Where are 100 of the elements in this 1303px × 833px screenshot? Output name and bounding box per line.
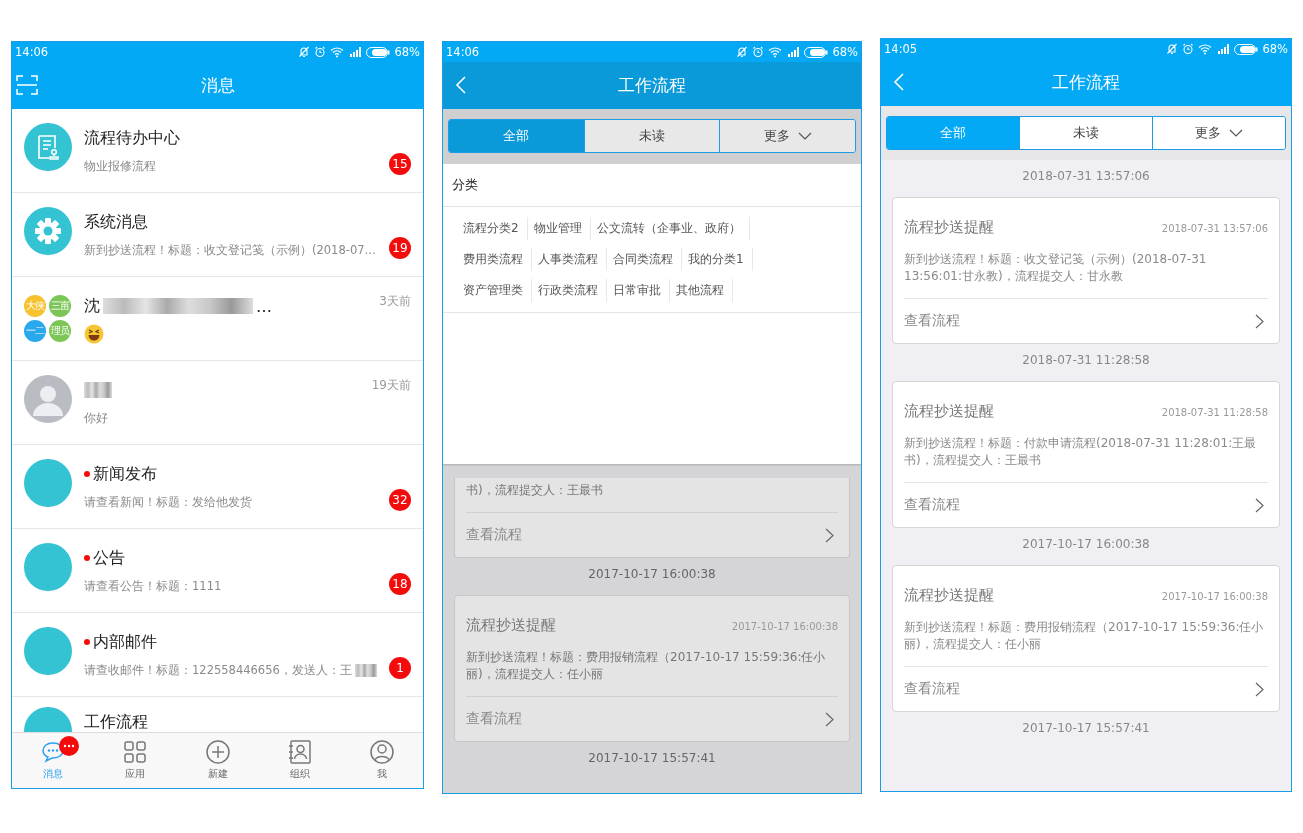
unread-count: 1 [389, 657, 411, 679]
screen-title: 消息 [200, 74, 235, 97]
battery-percent: 68% [832, 45, 858, 59]
settings-avatar-icon [24, 207, 72, 255]
card-title: 流程抄送提醒 [904, 218, 994, 237]
date-separator: 2017-10-17 16:00:38 [1021, 536, 1151, 553]
chevron-right-icon [825, 711, 834, 727]
signal-icon [1216, 43, 1231, 55]
date-separator: 2017-10-17 16:00:38 [587, 566, 717, 583]
card-title: 流程抄送提醒 [904, 586, 994, 605]
screen-title: 工作流程 [1052, 71, 1120, 94]
battery-icon [366, 46, 391, 58]
add-icon [205, 740, 230, 764]
conversation-item[interactable]: 公告 请查看公告！标题：1111 18 [12, 529, 423, 613]
chevron-right-icon [1255, 497, 1264, 513]
category-option[interactable]: 其他流程 [670, 279, 733, 302]
date-separator: 2017-10-17 15:57:41 [587, 750, 717, 767]
card-time: 2018-07-31 13:57:06 [1161, 223, 1268, 234]
category-option[interactable]: 物业管理 [527, 217, 591, 240]
group-member-avatar: 大侠 [24, 295, 46, 317]
tab-bar-item[interactable]: 应用 [94, 733, 177, 788]
conversation-time: 3天前 [379, 293, 411, 310]
conversation-title: 流程待办中心 [84, 127, 180, 149]
mute-bell-icon [1166, 43, 1179, 55]
tab-bar-item[interactable]: 我 [340, 733, 423, 788]
conversation-preview: 请查看新闻！标题：发给他发货 [84, 494, 252, 510]
category-option[interactable]: 合同类流程 [607, 248, 682, 271]
conversation-preview: 请查看公告！标题：1111 [84, 578, 222, 594]
conversation-item[interactable]: 大侠 三亩 一二 理员 沈 … 3天前 [12, 277, 423, 361]
category-option[interactable]: 日常审批 [607, 279, 670, 302]
card-title: 流程抄送提醒 [904, 402, 994, 421]
scan-icon[interactable] [16, 75, 38, 95]
conversation-title: 沈 [84, 295, 100, 317]
status-time: 14:06 [446, 45, 480, 59]
tab-bar-item[interactable]: 组织 [258, 733, 341, 788]
tab-bar-item[interactable]: 新建 [176, 733, 259, 788]
panel-heading: 分类 [443, 164, 861, 207]
category-option[interactable]: 费用类流程 [457, 248, 532, 271]
group-member-avatar: 三亩 [49, 295, 71, 317]
segment-tab[interactable]: 未读 [583, 120, 720, 152]
category-option[interactable]: 行政类流程 [532, 279, 607, 302]
battery-icon [1234, 43, 1259, 55]
mute-bell-icon [736, 46, 749, 58]
segment-tab[interactable]: 未读 [1019, 117, 1152, 149]
conversation-title: 新闻发布 [93, 463, 157, 485]
date-separator: 2018-07-31 11:28:58 [1021, 352, 1151, 369]
card-time: 2017-10-17 16:00:38 [1161, 591, 1268, 602]
chevron-right-icon [1255, 313, 1264, 329]
card-time: 2017-10-17 16:00:38 [731, 621, 838, 632]
back-icon[interactable] [455, 76, 467, 94]
conversation-time: 19天前 [371, 377, 411, 394]
conversation-title: 内部邮件 [93, 631, 157, 653]
card-message: 新到抄送流程！标题：付款申请流程(2018-07-31 11:28:01:王最书)，流程提交人：王最书 [904, 435, 1268, 483]
card-title: 流程抄送提醒 [466, 616, 556, 635]
conversation-item[interactable]: 流程待办中心 物业报修流程 15 [12, 109, 423, 193]
conversation-preview: 物业报修流程 [84, 158, 156, 174]
date-separator: 2017-10-17 15:57:41 [1021, 720, 1151, 737]
category-option[interactable]: 资产管理类 [457, 279, 532, 302]
back-icon[interactable] [893, 73, 905, 91]
signal-icon [348, 46, 363, 58]
battery-percent: 68% [1262, 42, 1288, 56]
category-option[interactable]: 公文流转（企事业、政府） [590, 217, 750, 240]
view-process-link[interactable]: 查看流程 [904, 299, 1268, 343]
segment-tab[interactable]: 更多 [1152, 117, 1285, 149]
wifi-icon [768, 46, 783, 58]
category-option[interactable]: 人事类流程 [532, 248, 607, 271]
view-process-link[interactable]: 查看流程 [904, 483, 1268, 527]
profile-icon [369, 740, 394, 764]
battery-icon [804, 46, 829, 58]
wifi-icon [1198, 43, 1213, 55]
ellipsis-text: … [256, 296, 272, 316]
conversation-item[interactable]: 新闻发布 请查看新闻！标题：发给他发货 32 [12, 445, 423, 529]
contact-book-icon [287, 740, 312, 764]
signal-icon [786, 46, 801, 58]
avatar-photo-placeholder [24, 375, 72, 423]
mute-bell-icon [298, 46, 311, 58]
screen-title: 工作流程 [618, 74, 686, 97]
card-message: 新到抄送流程！标题：收文登记笺（示例）(2018-07-31 13:56:01:甘永教)，流程提交人：甘永教 [904, 251, 1268, 299]
conversation-preview: 请查收邮件！标题：122558446656，发送人：王 [84, 662, 352, 678]
segment-tab[interactable]: 更多 [719, 120, 855, 152]
category-option[interactable]: 流程分类2 [457, 217, 528, 240]
card-time: 2018-07-31 11:28:58 [1161, 407, 1268, 418]
conversation-item[interactable]: 内部邮件 请查收邮件！标题：122558446656，发送人：王 1 [12, 613, 423, 697]
wifi-icon [330, 46, 345, 58]
alarm-clock-icon [1182, 43, 1195, 55]
alarm-clock-icon [314, 46, 327, 58]
date-separator: 2018-07-31 13:57:06 [1021, 168, 1151, 185]
conversation-item[interactable]: 你好 19天前 [12, 361, 423, 445]
status-time: 14:05 [884, 42, 918, 56]
conversation-item[interactable]: 系统消息 新到抄送流程！标题：收文登记笺（示例）(2018-07… 19 [12, 193, 423, 277]
chevron-right-icon [825, 527, 834, 543]
conversation-title: 系统消息 [84, 211, 148, 233]
battery-percent: 68% [394, 45, 420, 59]
status-time: 14:06 [15, 45, 49, 59]
grid-icon [124, 741, 147, 763]
avatar-circle [24, 459, 72, 507]
view-process-link[interactable]: 查看流程 [904, 667, 1268, 711]
document-stamp-avatar-icon [24, 123, 72, 171]
unread-count: 18 [389, 573, 411, 595]
category-option[interactable]: 我的分类1 [682, 248, 753, 271]
